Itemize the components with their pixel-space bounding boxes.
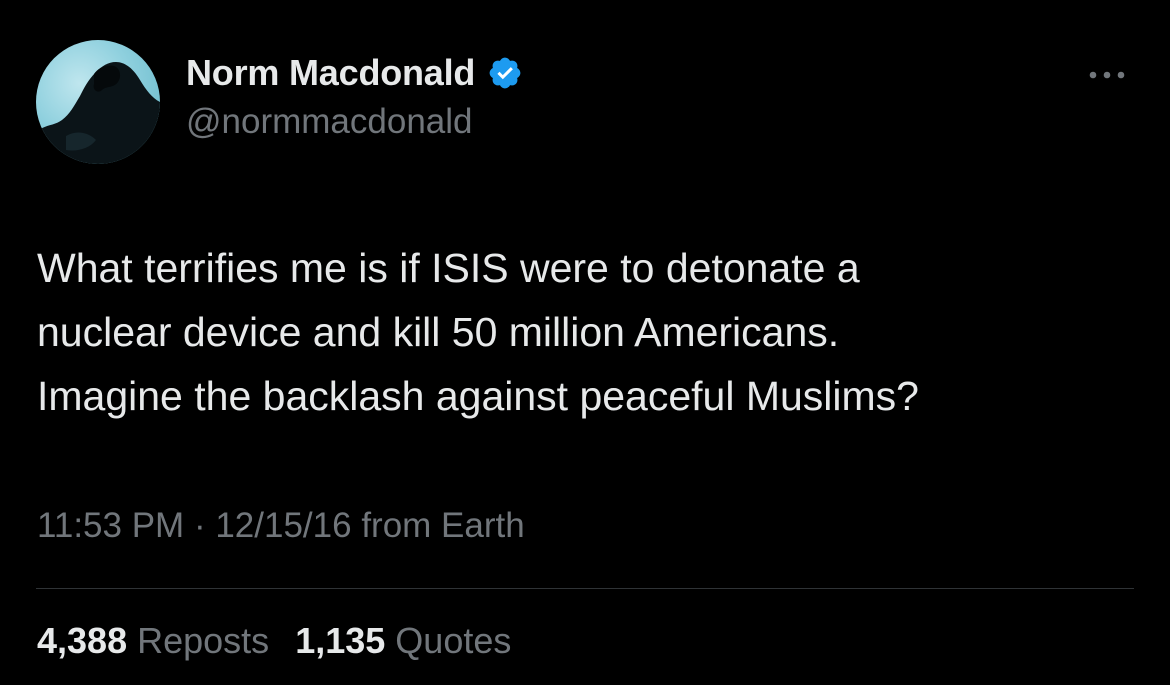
tweet-date[interactable]: 12/15/16 <box>215 506 351 545</box>
avatar-silhouette-icon <box>36 62 160 164</box>
reposts-stat[interactable]: 4,388 Reposts <box>37 620 269 661</box>
author-name-row[interactable]: Norm Macdonald <box>186 52 523 94</box>
quotes-count: 1,135 <box>295 620 386 661</box>
reposts-label: Reposts <box>137 620 270 661</box>
tweet-text-line: nuclear device and kill 50 million Ameri… <box>37 309 840 355</box>
quotes-stat[interactable]: 1,135 Quotes <box>295 620 511 661</box>
tweet-time[interactable]: 11:53 PM <box>37 506 184 545</box>
divider <box>36 588 1134 589</box>
tweet-source: from Earth <box>361 506 525 545</box>
author-handle[interactable]: @normmacdonald <box>186 102 473 142</box>
tweet-text-line: What terrifies me is if ISIS were to det… <box>37 245 860 291</box>
tweet-text-line: Imagine the backlash against peaceful Mu… <box>37 373 919 419</box>
quotes-label: Quotes <box>395 620 512 661</box>
tweet-stats: 4,388 Reposts 1,135 Quotes <box>37 620 511 662</box>
more-horizontal-icon[interactable] <box>1084 58 1130 92</box>
tweet-metadata: 11:53 PM · 12/15/16 from Earth <box>37 506 525 546</box>
verified-badge-icon <box>489 57 521 89</box>
display-name[interactable]: Norm Macdonald <box>186 52 475 94</box>
tweet-text: What terrifies me is if ISIS were to det… <box>37 236 1137 428</box>
reposts-count: 4,388 <box>37 620 128 661</box>
avatar[interactable] <box>36 40 160 164</box>
meta-separator: · <box>193 506 206 545</box>
